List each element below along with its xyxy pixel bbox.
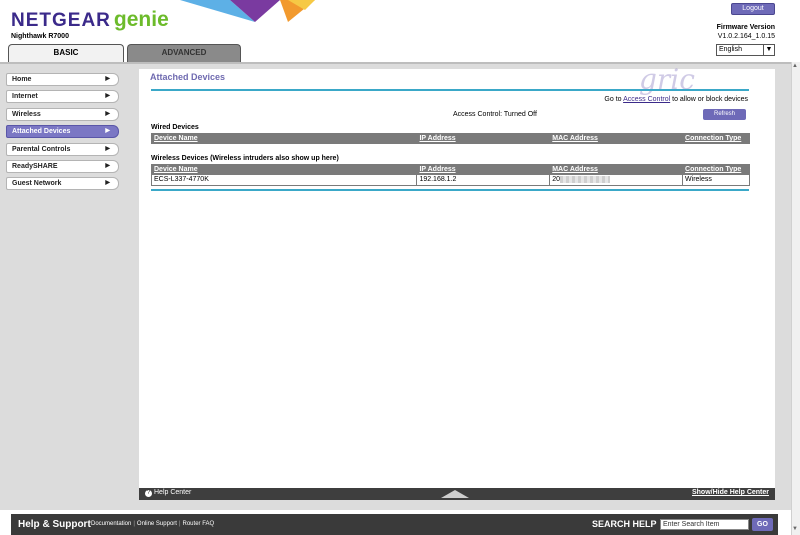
- sidebar-item-attached-devices[interactable]: Attached Devices ▶: [6, 125, 119, 139]
- online-support-link[interactable]: Online Support: [137, 521, 177, 527]
- chevron-right-icon: ▶: [105, 180, 110, 187]
- sidebar-item-label: Home: [12, 76, 32, 83]
- wireless-devices-title: Wireless Devices (Wireless intruders als…: [151, 155, 339, 162]
- access-control-hint: Go to Access Control to allow or block d…: [604, 96, 748, 103]
- footer-links: Documentation | Online Support | Router FAQ: [91, 521, 214, 527]
- genie-label: genie: [113, 8, 169, 31]
- sidebar-item-guest-network[interactable]: Guest Network ▶: [6, 177, 119, 191]
- mac-prefix: 20: [552, 176, 561, 183]
- firmware-label: Firmware Version: [716, 24, 775, 31]
- sidebar-item-home[interactable]: Home ▶: [6, 73, 119, 86]
- wireless-devices-table: Device Name IP Address MAC Address Conne…: [150, 164, 750, 186]
- cell-connection-type: Wireless: [682, 174, 750, 186]
- brand-name: NETGEAR: [11, 10, 111, 31]
- column-ip-address[interactable]: IP Address: [416, 133, 551, 144]
- footer: Help & Support Documentation | Online Supp…: [11, 514, 778, 535]
- column-connection-type[interactable]: Connection Type: [682, 133, 750, 144]
- scrollbar[interactable]: [791, 62, 800, 535]
- cell-mac-address: 20: [549, 174, 684, 186]
- search-input[interactable]: Enter Search Item: [660, 519, 749, 530]
- chevron-right-icon: ▶: [105, 76, 110, 82]
- help-center-toggle[interactable]: ? Help Center: [145, 489, 191, 497]
- table-header-row: Device Name IP Address MAC Address Conne…: [150, 164, 750, 175]
- wired-devices-title: Wired Devices: [151, 124, 199, 131]
- header: NETGEAR genie Nighthawk R7000 Logout Firm…: [0, 0, 800, 62]
- refresh-button[interactable]: Refresh: [703, 109, 746, 120]
- cell-device-name: ECS-L337-4770K: [150, 174, 418, 186]
- sidebar: Home ▶ Internet ▶ Wireless ▶ Attached Devic…: [6, 73, 119, 195]
- firmware-version: V1.0.2.164_1.0.15: [717, 33, 775, 40]
- chevron-right-icon: ▶: [105, 128, 110, 135]
- documentation-link[interactable]: Documentation: [91, 521, 131, 527]
- router-faq-link[interactable]: Router FAQ: [183, 521, 215, 527]
- column-ip-address[interactable]: IP Address: [416, 164, 551, 175]
- sidebar-item-readyshare[interactable]: ReadySHARE ▶: [6, 159, 119, 173]
- divider: [151, 89, 749, 91]
- chevron-right-icon: ▶: [105, 145, 110, 152]
- tab-basic[interactable]: BASIC: [8, 44, 124, 62]
- divider: [151, 189, 749, 191]
- sidebar-item-label: Wireless: [12, 110, 41, 118]
- tab-advanced[interactable]: ADVANCED: [127, 44, 241, 62]
- show-hide-help-link[interactable]: Show/Hide Help Center: [692, 489, 769, 496]
- router-model: Nighthawk R7000: [11, 33, 69, 40]
- help-support-title: Help & Support: [18, 519, 91, 530]
- column-connection-type[interactable]: Connection Type: [682, 164, 750, 175]
- sidebar-item-label: Internet: [12, 93, 38, 101]
- scroll-down-icon[interactable]: ▼: [792, 526, 798, 532]
- column-mac-address[interactable]: MAC Address: [549, 164, 684, 175]
- access-control-link[interactable]: Access Control: [623, 96, 670, 103]
- search-help-label: SEARCH HELP: [592, 519, 657, 529]
- separator: |: [133, 521, 135, 527]
- page-title: Attached Devices: [150, 72, 226, 82]
- netgear-logo: NETGEAR genie: [11, 8, 169, 32]
- chevron-right-icon: ▶: [105, 110, 110, 117]
- column-device-name[interactable]: Device Name: [150, 133, 418, 144]
- help-icon: ?: [145, 490, 152, 497]
- sidebar-item-wireless[interactable]: Wireless ▶: [6, 107, 119, 121]
- sidebar-item-label: Parental Controls: [12, 145, 71, 153]
- goto-suffix: to allow or block devices: [672, 96, 748, 103]
- goto-prefix: Go to: [604, 96, 622, 103]
- table-header-row: Device Name IP Address MAC Address Conne…: [150, 133, 750, 144]
- language-value: English: [719, 46, 742, 53]
- expand-arrow-icon[interactable]: [441, 490, 469, 498]
- sidebar-item-internet[interactable]: Internet ▶: [6, 90, 119, 104]
- language-select[interactable]: English ▼: [716, 44, 775, 56]
- table-row: ECS-L337-4770K 192.168.1.2 20 Wireless: [150, 174, 750, 186]
- access-control-status: Access Control: Turned Off: [453, 111, 537, 118]
- help-center-bar: ? Help Center Show/Hide Help Center: [139, 488, 775, 500]
- cell-ip-address: 192.168.1.2: [416, 174, 551, 186]
- search-go-button[interactable]: GO: [752, 518, 773, 531]
- chevron-down-icon: ▼: [763, 45, 774, 55]
- redacted-mac: [560, 175, 611, 183]
- column-device-name[interactable]: Device Name: [150, 164, 418, 175]
- content-panel: gric Attached Devices Go to Access Contr…: [139, 63, 775, 489]
- scroll-up-icon[interactable]: ▲: [792, 63, 798, 69]
- wired-devices-table: Device Name IP Address MAC Address Conne…: [150, 133, 750, 144]
- chevron-right-icon: ▶: [105, 93, 110, 100]
- watermark: gric: [639, 63, 695, 96]
- logout-button[interactable]: Logout: [731, 3, 775, 15]
- sidebar-item-label: Guest Network: [12, 180, 62, 188]
- separator: |: [178, 521, 181, 527]
- column-mac-address[interactable]: MAC Address: [549, 133, 684, 144]
- sidebar-item-parental-controls[interactable]: Parental Controls ▶: [6, 142, 119, 156]
- sidebar-item-label: ReadySHARE: [12, 162, 58, 170]
- chevron-right-icon: ▶: [105, 162, 110, 169]
- sidebar-item-label: Attached Devices: [12, 128, 71, 136]
- help-center-label: Help Center: [154, 489, 192, 496]
- brand-decoration: [180, 0, 315, 22]
